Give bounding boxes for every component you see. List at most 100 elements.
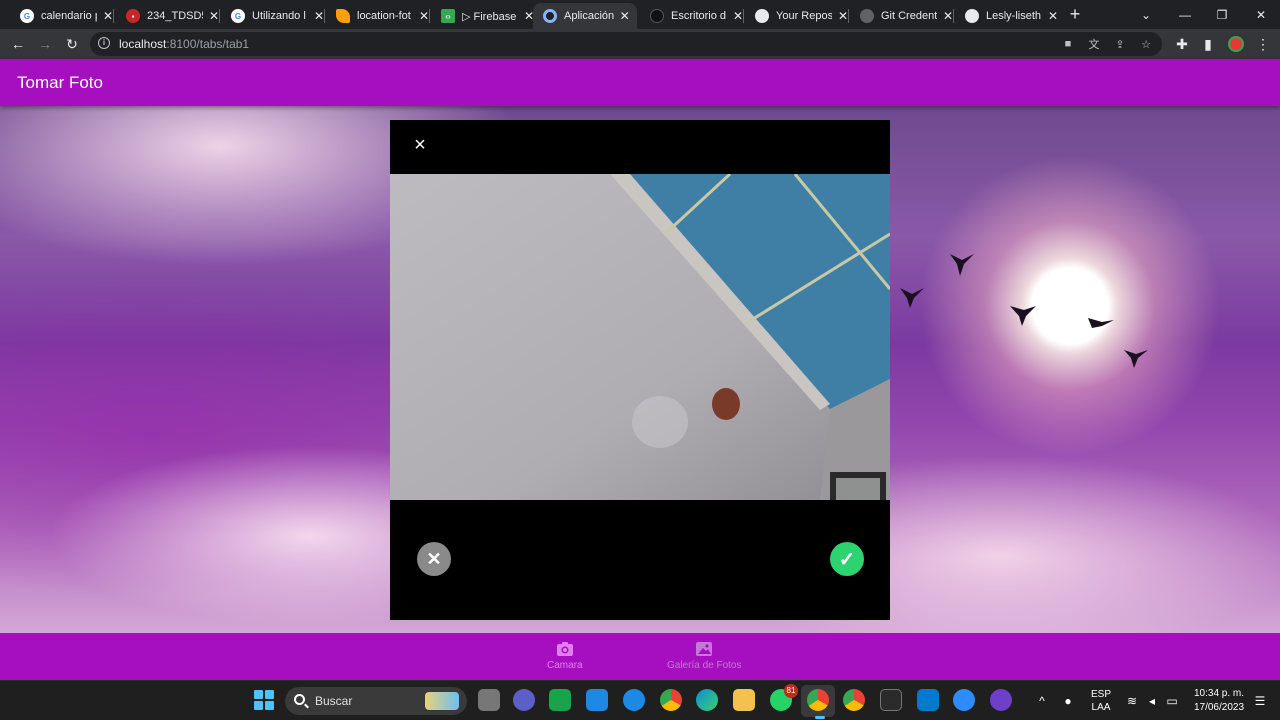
app-tab-bar: Camara Galería de Fotos xyxy=(0,633,1280,680)
app-header: Tomar Foto xyxy=(0,59,1280,106)
x-circle-icon: ✕ xyxy=(426,548,442,569)
camera-preview xyxy=(390,174,890,500)
browser-tab-label: Utilizando l xyxy=(252,10,306,22)
wifi-icon[interactable]: ≋ xyxy=(1124,681,1140,720)
checkmark-icon: ✓ xyxy=(838,548,856,571)
chevron-down-icon[interactable]: ⌄ xyxy=(1127,0,1165,29)
teams-chat-icon[interactable] xyxy=(513,689,535,711)
tab-divider xyxy=(219,9,220,23)
browser-toolbar: ← → ↻ i localhost:8100/tabs/tab1 ■ 文 ⇪ ☆… xyxy=(0,29,1280,59)
chrome-active-icon[interactable] xyxy=(807,689,829,711)
browser-tab[interactable]: Your Reposi ✕ xyxy=(745,3,856,29)
close-icon[interactable]: ✕ xyxy=(1046,9,1060,23)
vscode-icon[interactable] xyxy=(917,689,939,711)
browser-tab-active[interactable]: Aplicación I ✕ xyxy=(533,3,637,29)
battery-icon[interactable]: ▭ xyxy=(1164,681,1180,720)
menu-kebab-icon[interactable]: ⋮ xyxy=(1253,34,1273,54)
keyboard-layout: LAA xyxy=(1091,702,1111,713)
chevron-up-icon[interactable]: ^ xyxy=(1034,681,1050,720)
browser-tab[interactable]: Git Credent ✕ xyxy=(850,3,961,29)
browser-tab-label: location-fot xyxy=(357,10,411,22)
file-explorer-icon[interactable] xyxy=(733,689,755,711)
close-icon[interactable]: × xyxy=(410,135,430,155)
browser-tab[interactable]: Lesly-liseth ✕ xyxy=(955,3,1066,29)
images-icon xyxy=(696,642,713,656)
confirm-photo-button[interactable]: ✓ xyxy=(830,542,864,576)
globe-icon xyxy=(543,9,557,23)
tab-divider xyxy=(953,9,954,23)
info-icon[interactable]: i xyxy=(98,37,110,49)
taskbar-search[interactable]: Buscar xyxy=(285,687,467,715)
tab-divider xyxy=(324,9,325,23)
code-icon: ‹› xyxy=(441,9,455,23)
browser-tab[interactable]: ‹› ▷ Firebase ✕ xyxy=(431,3,542,29)
close-window-icon[interactable]: ✕ xyxy=(1242,0,1280,29)
tab-divider xyxy=(743,9,744,23)
extensions-icon[interactable]: ✚ xyxy=(1172,34,1192,54)
url-path: :8100/tabs/tab1 xyxy=(166,37,250,51)
github-icon xyxy=(755,9,769,23)
tab-label: Camara xyxy=(547,660,583,671)
url-host: localhost xyxy=(119,37,167,51)
running-indicator xyxy=(815,716,825,719)
chrome-profile-icon[interactable] xyxy=(843,689,865,711)
back-arrow-icon[interactable]: ← xyxy=(8,34,28,54)
taskbar-search-placeholder: Buscar xyxy=(315,694,353,708)
browser-tab[interactable]: G calendario p ✕ xyxy=(10,3,121,29)
github-desktop-icon[interactable] xyxy=(990,689,1012,711)
close-icon[interactable]: ✕ xyxy=(618,9,631,23)
language-code: ESP xyxy=(1090,689,1111,700)
minimize-icon[interactable]: — xyxy=(1166,0,1204,29)
new-tab-button[interactable]: + xyxy=(1065,4,1085,24)
microphone-icon[interactable]: ● xyxy=(1060,681,1076,720)
cancel-photo-button[interactable]: ✕ xyxy=(417,542,451,576)
weather-icon[interactable] xyxy=(623,689,645,711)
firebase-icon xyxy=(336,9,350,23)
whatsapp-icon[interactable]: 81 xyxy=(770,684,798,711)
search-highlight-icon xyxy=(425,692,459,710)
address-url: localhost:8100/tabs/tab1 xyxy=(119,37,249,51)
language-indicator[interactable]: ESP LAA xyxy=(1088,681,1114,720)
reload-icon[interactable]: ↻ xyxy=(62,34,82,54)
taskbar-clock[interactable]: 10:34 p. m. 17/06/2023 xyxy=(1188,687,1250,715)
tab-camara[interactable]: Camara xyxy=(547,641,583,671)
windows-start-icon[interactable] xyxy=(254,690,274,710)
microsoft-store-icon[interactable] xyxy=(586,689,608,711)
search-icon xyxy=(294,694,305,705)
camera-feed-image xyxy=(390,174,890,500)
volume-icon[interactable]: ◂ xyxy=(1144,681,1160,720)
tab-divider xyxy=(113,9,114,23)
browser-tab[interactable]: location-fot ✕ xyxy=(326,3,437,29)
browser-tab-label: Aplicación I xyxy=(564,10,615,22)
google-icon: G xyxy=(231,9,245,23)
terminal-icon[interactable] xyxy=(880,689,902,711)
edge-icon[interactable] xyxy=(696,689,718,711)
zoom-icon[interactable] xyxy=(953,689,975,711)
translate-icon[interactable]: 文 xyxy=(1086,36,1102,52)
browser-tab[interactable]: ▪ 234_TDSD5 ✕ xyxy=(116,3,227,29)
tab-galeria[interactable]: Galería de Fotos xyxy=(667,641,741,671)
bookmark-star-icon[interactable]: ☆ xyxy=(1138,36,1154,52)
scribd-icon: ▪ xyxy=(126,9,140,23)
side-panel-icon[interactable]: ▮ xyxy=(1198,34,1218,54)
address-bar[interactable]: i localhost:8100/tabs/tab1 ■ 文 ⇪ ☆ xyxy=(90,32,1162,56)
windows-taskbar: Buscar 81 ^ ● ESP LAA ≋ ◂ ▭ 10:34 p. m. … xyxy=(0,680,1280,720)
browser-tab[interactable]: Escritorio d ✕ xyxy=(640,3,751,29)
maximize-icon[interactable]: ❐ xyxy=(1203,0,1241,29)
camera-icon xyxy=(556,642,573,656)
camera-in-use-icon[interactable]: ■ xyxy=(1060,36,1076,52)
profile-avatar[interactable] xyxy=(1226,34,1246,54)
notification-icon[interactable]: ☰ xyxy=(1252,681,1268,720)
browser-tab[interactable]: G Utilizando l ✕ xyxy=(221,3,332,29)
widgets-icon[interactable] xyxy=(549,689,571,711)
tab-divider xyxy=(429,9,430,23)
github-icon xyxy=(965,9,979,23)
share-icon[interactable]: ⇪ xyxy=(1112,36,1128,52)
browser-tab-label: Escritorio d xyxy=(671,10,727,22)
browser-tab-label: calendario p xyxy=(41,10,97,22)
chrome-icon[interactable] xyxy=(660,689,682,711)
forward-arrow-icon[interactable]: → xyxy=(35,34,55,54)
task-view-icon[interactable] xyxy=(478,689,500,711)
page-title: Tomar Foto xyxy=(17,73,103,92)
tab-divider xyxy=(848,9,849,23)
